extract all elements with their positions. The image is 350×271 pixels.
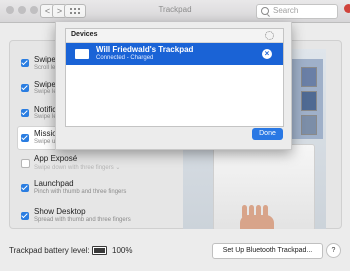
option-checkbox[interactable] [21,212,29,220]
preview-thumbnail [301,91,317,111]
option-sub: Swipe down with three fingers ⌄ [34,165,121,171]
option-checkbox[interactable] [21,109,29,117]
battery-label: Trackpad battery level: [9,246,90,255]
setup-bluetooth-trackpad-button[interactable]: Set Up Bluetooth Trackpad... [212,243,323,259]
search-placeholder: Search [273,6,299,15]
minimize-window-button[interactable] [18,6,26,14]
battery-percent: 100% [112,246,133,255]
device-name: Will Friedwald's Trackpad [96,45,194,54]
device-status: Connected - Charged [96,55,154,61]
option-sub: Swipe u [34,139,56,145]
option-label: Swipe [34,80,56,89]
toolbar: < > Trackpad Search [0,0,350,23]
search-icon [261,7,269,15]
option-sub: Scroll le [34,65,56,71]
search-field[interactable]: Search [256,4,338,19]
option-sub: Swipe le [34,89,57,95]
option-checkbox[interactable] [21,84,29,92]
background-window-button [344,4,350,13]
option-checkbox[interactable] [21,59,29,67]
option-checkbox[interactable] [21,134,29,142]
option-label: Show Desktop [34,207,86,216]
device-row[interactable]: Will Friedwald's Trackpad Connected - Ch… [66,43,283,65]
option-sub: Spread with thumb and three fingers [34,217,131,223]
option-sub: Swipe le [34,114,57,120]
done-button[interactable]: Done [252,128,283,140]
zoom-window-button[interactable] [30,6,38,14]
option-checkbox[interactable] [21,159,30,168]
show-all-grid-button[interactable] [64,4,86,18]
devices-list: Devices Will Friedwald's Trackpad Connec… [65,28,284,127]
preview-thumbnail [301,67,317,87]
option-label: Notific [34,105,57,114]
preferences-window: < > Trackpad Search Swipe Scroll le Swip… [0,0,350,271]
battery-fill [94,248,105,253]
hand-image [240,205,274,229]
trackpad-icon [75,49,89,59]
devices-header: Devices [66,29,283,43]
option-sub: Pinch with thumb and three fingers [34,189,127,195]
window-title: Trackpad [158,5,192,14]
close-window-button[interactable] [6,6,14,14]
battery-nub [106,248,107,251]
option-checkbox[interactable] [21,184,29,192]
remove-device-button[interactable]: × [262,49,272,59]
devices-sheet: Devices Will Friedwald's Trackpad Connec… [55,22,292,150]
option-label: Swipe [34,55,56,64]
help-button[interactable]: ? [326,243,341,258]
loading-spinner-icon [265,31,274,40]
option-label: Launchpad [34,179,74,188]
battery-icon [92,246,107,255]
preview-thumbnail [301,115,317,135]
option-label: App Exposé [34,154,78,163]
devices-title: Devices [71,31,98,38]
